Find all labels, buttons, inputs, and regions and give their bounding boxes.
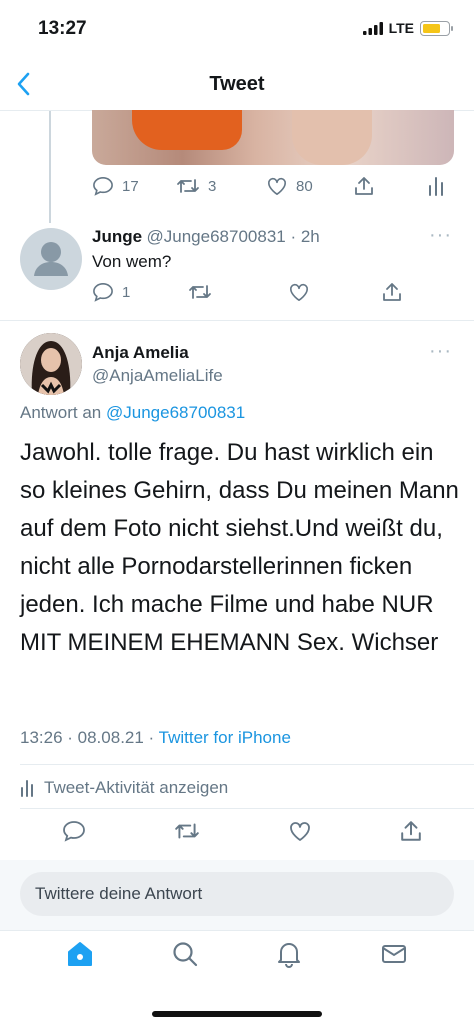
share-button[interactable] xyxy=(382,282,402,302)
reply-button[interactable] xyxy=(62,820,86,842)
retweet-icon xyxy=(175,823,199,839)
status-indicators: LTE xyxy=(362,20,453,36)
activity-label: Tweet-Aktivität anzeigen xyxy=(44,778,229,797)
share-button[interactable] xyxy=(400,820,422,842)
reply-input[interactable]: Twittere deine Antwort xyxy=(20,872,454,916)
mention-link[interactable]: @Junge68700831 xyxy=(106,403,245,422)
analytics-button[interactable] xyxy=(428,176,444,196)
retweet-icon xyxy=(189,285,211,299)
search-icon xyxy=(173,942,197,967)
reply-icon xyxy=(93,282,113,302)
author-handle[interactable]: @AnjaAmeliaLife xyxy=(92,366,223,386)
tabbar-divider xyxy=(0,930,474,931)
signal-icon xyxy=(362,21,383,35)
analytics-icon xyxy=(21,780,33,797)
reply-divider xyxy=(0,320,474,321)
analytics-icon xyxy=(429,177,443,196)
tweet-text: Jawohl. tolle frage. Du hast wirklich ei… xyxy=(20,439,459,656)
reply-count: 17 xyxy=(122,177,139,195)
tweet-media[interactable] xyxy=(92,110,454,165)
retweet-button[interactable]: 3 xyxy=(176,176,266,196)
tab-messages[interactable] xyxy=(380,940,408,968)
avatar[interactable] xyxy=(20,228,82,290)
like-button[interactable] xyxy=(288,820,312,842)
like-count: 80 xyxy=(296,177,313,195)
retweet-button[interactable] xyxy=(174,820,200,842)
tab-search[interactable] xyxy=(171,940,199,968)
reply-count: 1 xyxy=(122,283,131,301)
home-icon xyxy=(68,942,93,966)
page-title: Tweet xyxy=(209,73,265,95)
retweet-icon xyxy=(177,179,199,193)
battery-icon xyxy=(420,20,453,36)
tab-bar xyxy=(0,940,474,968)
messages-icon xyxy=(381,945,406,963)
author-name[interactable]: Junge xyxy=(92,227,142,246)
network-type: LTE xyxy=(388,20,414,36)
like-button[interactable]: 80 xyxy=(266,176,354,196)
more-icon[interactable]: ··· xyxy=(429,224,452,247)
main-tweet-actions xyxy=(62,820,422,842)
tab-home[interactable] xyxy=(66,940,94,968)
replying-prefix: Antwort an xyxy=(20,403,106,422)
reply-button[interactable]: 17 xyxy=(92,176,176,196)
share-icon xyxy=(401,821,421,841)
reply-actions: 1 xyxy=(92,282,412,302)
tweet-meta: 13:26 · 08.08.21 · Twitter for iPhone xyxy=(20,728,291,748)
like-button[interactable] xyxy=(288,282,382,302)
tab-notifications[interactable] xyxy=(275,940,303,968)
profile-photo-icon xyxy=(20,333,82,395)
notifications-icon xyxy=(278,943,301,968)
author-handle[interactable]: @Junge68700831 · 2h xyxy=(147,227,320,246)
author-name[interactable]: Anja Amelia xyxy=(92,343,189,363)
tweet-activity-link[interactable]: Tweet-Aktivität anzeigen xyxy=(20,778,228,798)
reply-icon xyxy=(93,176,113,196)
replying-to: Antwort an @Junge68700831 xyxy=(20,403,245,423)
reply-author: Junge @Junge68700831 · 2h xyxy=(92,227,320,247)
meta-divider xyxy=(20,764,474,765)
avatar[interactable] xyxy=(20,333,82,395)
activity-divider xyxy=(20,808,474,809)
retweet-count: 3 xyxy=(208,177,217,195)
heart-icon xyxy=(290,283,308,301)
reply-button[interactable]: 1 xyxy=(92,282,188,302)
heart-icon xyxy=(290,822,310,841)
share-icon xyxy=(383,283,401,301)
status-time: 13:27 xyxy=(38,18,87,39)
home-indicator xyxy=(152,1011,322,1017)
tweet-timestamp: 13:26 · 08.08.21 · xyxy=(20,728,159,747)
prev-tweet-actions: 17 3 80 xyxy=(92,176,454,196)
reply-icon xyxy=(63,821,85,842)
share-button[interactable] xyxy=(354,176,428,196)
heart-icon xyxy=(268,177,286,195)
more-icon[interactable]: ··· xyxy=(429,340,452,363)
retweet-button[interactable] xyxy=(188,282,288,302)
tweet-source[interactable]: Twitter for iPhone xyxy=(159,728,291,747)
default-avatar-icon xyxy=(34,242,68,276)
thread-line xyxy=(49,111,51,223)
reply-text: Von wem? xyxy=(92,252,172,271)
share-icon xyxy=(355,177,373,195)
